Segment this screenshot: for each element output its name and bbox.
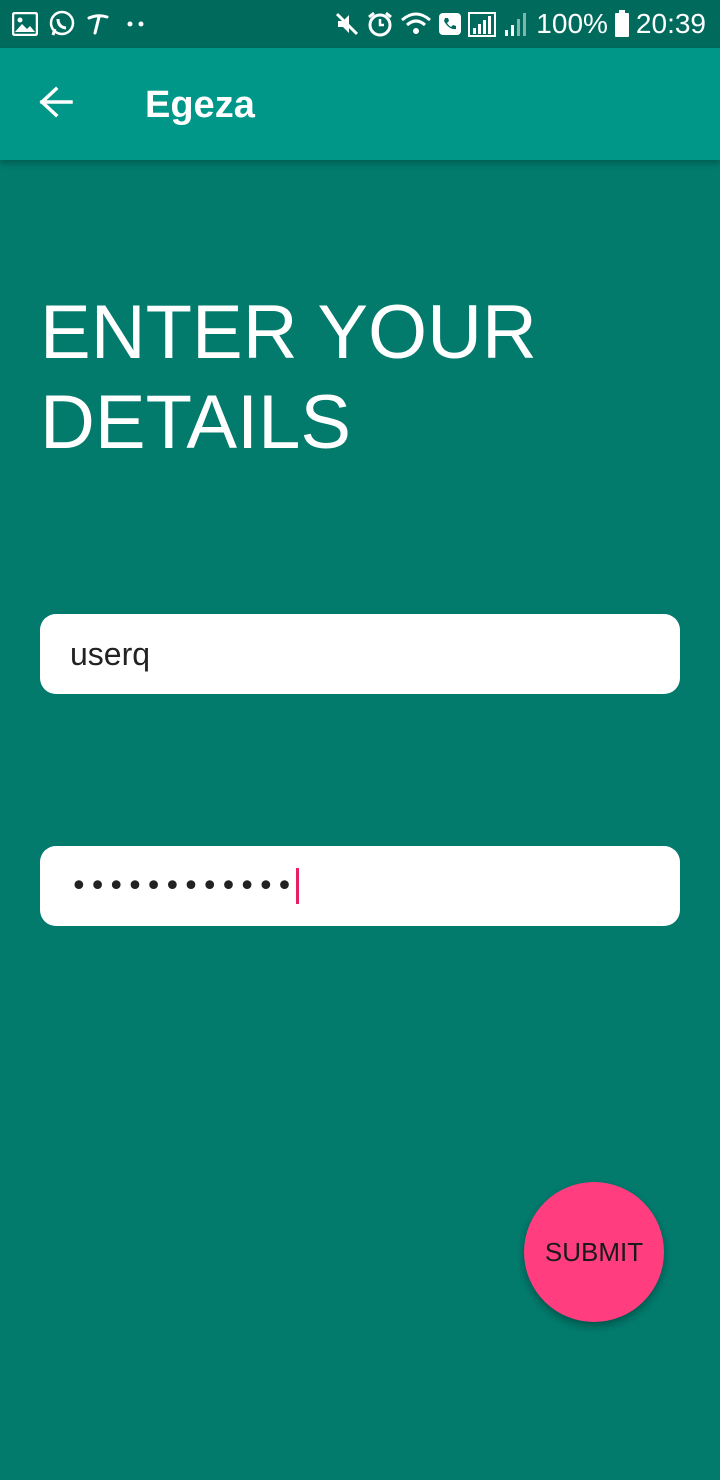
submit-button[interactable]: SUBMIT [524, 1182, 664, 1322]
back-button[interactable] [28, 76, 84, 132]
call-icon [438, 12, 462, 36]
status-time: 20:39 [635, 8, 706, 39]
password-input[interactable]: •••••••••••• [70, 869, 294, 904]
mute-icon [334, 11, 360, 37]
username-field[interactable] [40, 614, 680, 694]
username-input[interactable] [70, 635, 680, 673]
alarm-icon [366, 10, 394, 38]
status-left-icons [12, 8, 156, 40]
password-field[interactable]: •••••••••••• [40, 846, 680, 926]
battery-percent: 100% [536, 8, 608, 39]
signal-icon [468, 10, 498, 38]
whatsapp-icon [48, 10, 76, 38]
t-icon [86, 12, 110, 36]
battery-icon [614, 10, 630, 38]
status-right-icons: 100% 20:39 [334, 8, 706, 40]
wifi-icon [400, 11, 432, 37]
app-bar: Egeza [0, 48, 720, 160]
more-dots-icon [126, 20, 146, 28]
status-bar: 100% 20:39 [0, 0, 720, 48]
gallery-icon [12, 12, 38, 36]
page-heading: ENTER YOUR DETAILS [40, 290, 537, 465]
text-cursor [296, 868, 300, 904]
arrow-left-icon [38, 86, 74, 123]
signal-icon-2 [504, 10, 530, 38]
app-title: Egeza [145, 84, 255, 126]
